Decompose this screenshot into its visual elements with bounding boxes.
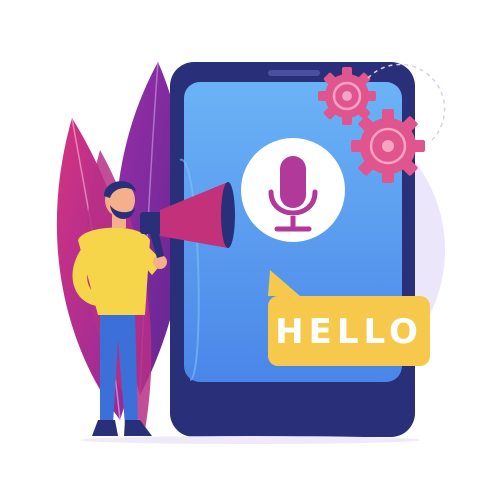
voice-assistant-illustration: HELLO (56, 61, 446, 444)
hello-text: HELLO (275, 312, 423, 352)
microphone-icon (241, 138, 345, 242)
ground-shadow (80, 436, 420, 444)
tablet (170, 62, 415, 437)
tablet-speaker (268, 70, 320, 76)
